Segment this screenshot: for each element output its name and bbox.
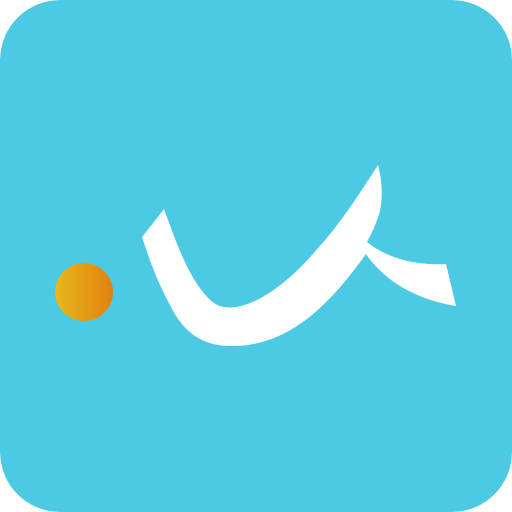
app-icon-graphic bbox=[0, 0, 512, 512]
icon-background bbox=[0, 0, 512, 512]
app-icon[interactable] bbox=[0, 0, 512, 512]
orange-dot-icon bbox=[55, 263, 113, 321]
